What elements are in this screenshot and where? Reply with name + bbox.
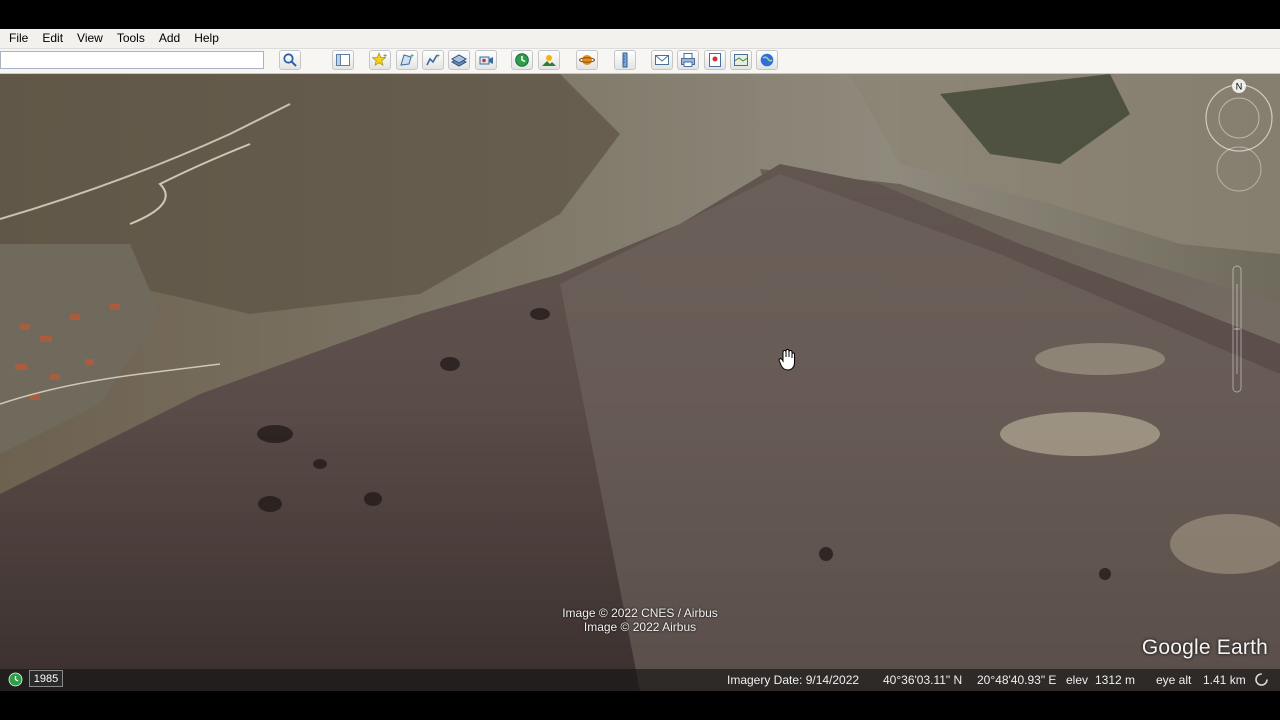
add-path-button[interactable]: +: [422, 50, 444, 70]
path-icon: +: [426, 53, 440, 66]
ruler-icon: [622, 52, 628, 68]
imagery-date: Imagery Date: 9/14/2022: [727, 673, 860, 687]
sidebar-toggle-button[interactable]: [332, 50, 354, 70]
menu-edit[interactable]: Edit: [37, 29, 68, 48]
menu-tools[interactable]: Tools: [112, 29, 150, 48]
save-image-button[interactable]: [704, 50, 726, 70]
sunlight-icon: [542, 55, 556, 66]
svg-text:+: +: [383, 53, 387, 60]
add-polygon-button[interactable]: +: [396, 50, 418, 70]
longitude-readout: 20°48'40.93" E: [977, 673, 1057, 687]
google-earth-logo: Google Earth: [1141, 636, 1268, 659]
record-tour-button[interactable]: [475, 50, 497, 70]
tour-icon: [479, 56, 493, 65]
search-icon: [283, 53, 297, 67]
add-overlay-button[interactable]: [448, 50, 470, 70]
print-button[interactable]: [677, 50, 699, 70]
elevation-value: 1312 m: [1095, 673, 1136, 687]
streaming-progress-icon: [1255, 673, 1268, 686]
save-image-icon: [709, 53, 721, 67]
zoom-slider[interactable]: [1229, 264, 1245, 394]
view-in-maps-icon: [734, 54, 748, 66]
planets-icon: [579, 55, 595, 65]
polygon-icon: +: [400, 53, 414, 66]
menu-add[interactable]: Add: [154, 29, 185, 48]
3d-viewer[interactable]: N Image © 2022 CNES / Airbus Image © 202…: [0, 74, 1280, 691]
sidebar-toggle-icon: [336, 54, 350, 66]
historical-year-box[interactable]: 1985: [29, 670, 63, 687]
satellite-terrain-image: [0, 74, 1280, 691]
google-earth-community-button[interactable]: [756, 50, 778, 70]
menu-view[interactable]: View: [72, 29, 108, 48]
add-placemark-button[interactable]: +: [369, 50, 391, 70]
eye-altitude-label: eye alt: [1156, 673, 1192, 687]
email-button[interactable]: [651, 50, 673, 70]
sunlight-button[interactable]: [538, 50, 560, 70]
email-icon: [655, 55, 669, 65]
navigation-compass[interactable]: N: [1203, 78, 1275, 196]
attribution-line-2: Image © 2022 Airbus: [583, 620, 697, 634]
compass-north-label: N: [1236, 82, 1243, 92]
search-button[interactable]: [279, 50, 301, 70]
historical-imagery-clock-icon[interactable]: [8, 672, 23, 687]
toolbar: + + +: [0, 49, 1280, 74]
status-bar: 1985 Imagery Date: 9/14/2022 40°36'03.11…: [0, 669, 1280, 691]
planets-button[interactable]: [576, 50, 598, 70]
placemark-icon: +: [372, 52, 387, 66]
historical-imagery-icon: [515, 53, 529, 67]
elevation-label: elev: [1066, 673, 1089, 687]
attribution-line-1: Image © 2022 CNES / Airbus: [562, 606, 718, 620]
ruler-button[interactable]: [614, 50, 636, 70]
search-input[interactable]: [0, 51, 264, 69]
menu-bar: File Edit View Tools Add Help: [0, 29, 1280, 49]
menu-file[interactable]: File: [4, 29, 33, 48]
hand-cursor-icon: [778, 349, 795, 371]
menu-help[interactable]: Help: [189, 29, 224, 48]
latitude-readout: 40°36'03.11" N: [883, 673, 963, 687]
svg-text:+: +: [410, 53, 414, 60]
imagery-attribution: Image © 2022 CNES / Airbus Image © 2022 …: [0, 606, 1280, 634]
svg-text:+: +: [436, 53, 440, 60]
overlay-icon: [451, 54, 467, 67]
view-in-maps-button[interactable]: [730, 50, 752, 70]
eye-altitude-value: 1.41 km: [1203, 673, 1246, 687]
google-earth-window: File Edit View Tools Add Help + + + N Im…: [0, 29, 1280, 691]
google-earth-icon: [760, 53, 774, 67]
historical-imagery-button[interactable]: [511, 50, 533, 70]
print-icon: [681, 53, 695, 67]
